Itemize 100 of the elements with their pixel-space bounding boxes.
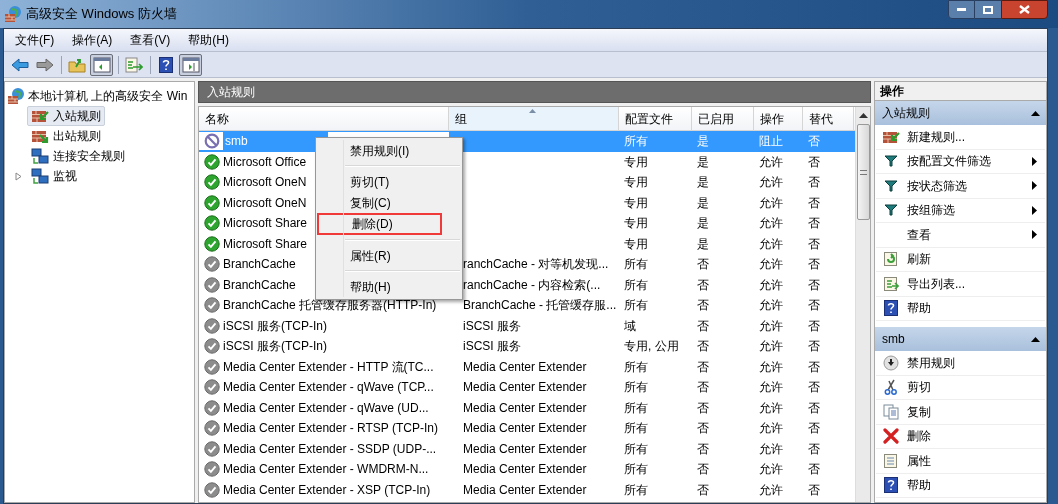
column-header[interactable]: 已启用 <box>692 107 754 130</box>
action-item[interactable]: 刷新 <box>876 247 1045 272</box>
network-computers-icon <box>31 147 49 165</box>
table-cell: 否 <box>808 277 820 292</box>
table-cell: 是 <box>697 236 709 251</box>
column-header[interactable]: 替代 <box>803 107 854 130</box>
table-cell: 否 <box>808 175 820 190</box>
table-cell: Media Center Extender <box>463 421 587 436</box>
filter-icon <box>884 179 898 192</box>
context-menu-item[interactable]: 删除(D) <box>317 213 442 235</box>
action-item[interactable]: 帮助 <box>876 473 1045 498</box>
inbound-rules-icon <box>31 108 49 124</box>
table-cell: 否 <box>697 400 709 415</box>
table-cell: 所有 <box>624 482 648 497</box>
table-cell-text: iSCSI 服务(TCP-In) <box>223 338 327 356</box>
table-cell: 否 <box>808 339 820 354</box>
context-menu-item[interactable]: 复制(C) <box>316 192 462 213</box>
tree-item[interactable]: 入站规则 <box>27 106 105 126</box>
table-cell: 否 <box>808 298 820 313</box>
toolbar-button[interactable] <box>90 53 113 76</box>
close-icon <box>1019 5 1030 14</box>
pane-header: 入站规则 <box>198 81 871 103</box>
table-cell: 否 <box>808 195 820 210</box>
menu-item[interactable]: 文件(F) <box>11 31 59 49</box>
table-cell: BranchCache - 托管缓存服... <box>463 298 617 313</box>
toolbar-button[interactable] <box>179 53 202 76</box>
tree-item[interactable]: 监视 <box>27 166 81 186</box>
collapse-arrow-icon[interactable] <box>1031 110 1040 116</box>
action-item[interactable]: 按配置文件筛选 <box>876 149 1045 174</box>
context-menu-item[interactable]: 帮助(H) <box>316 276 462 297</box>
table-cell: Media Center Extender <box>463 462 587 477</box>
action-item[interactable]: 按状态筛选 <box>876 174 1045 199</box>
vertical-scrollbar[interactable] <box>855 107 870 502</box>
context-menu-item[interactable]: 剪切(T) <box>316 171 462 192</box>
action-item[interactable]: 剪切 <box>876 375 1045 400</box>
action-pane-icon <box>181 56 200 73</box>
menu-item[interactable]: 帮助(H) <box>184 31 233 49</box>
context-menu-item[interactable]: 属性(R) <box>316 245 462 266</box>
table-cell: 否 <box>697 359 709 374</box>
table-cell: 允许 <box>759 441 783 456</box>
menu-item[interactable]: 操作(A) <box>68 31 117 49</box>
table-cell-text: BranchCache <box>223 276 296 294</box>
tree-item[interactable]: 连接安全规则 <box>27 146 129 166</box>
section-header[interactable]: 入站规则 <box>875 101 1046 125</box>
forward-arrow-icon <box>35 57 54 72</box>
sort-arrow-icon <box>529 109 536 113</box>
collapse-arrow-icon[interactable] <box>1031 336 1040 342</box>
table-cell: Media Center Extender <box>463 482 587 497</box>
table-cell-text: Microsoft OneN <box>223 174 307 192</box>
expand-icon[interactable] <box>15 171 22 181</box>
scroll-thumb[interactable] <box>856 124 870 220</box>
table-cell: iSCSI 服务 <box>463 339 521 354</box>
back-arrow-icon <box>10 57 29 72</box>
action-item[interactable]: 帮助 <box>876 296 1045 321</box>
table-cell: 否 <box>697 441 709 456</box>
table-cell: 允许 <box>759 216 783 231</box>
menu-item[interactable]: 查看(V) <box>126 31 175 49</box>
table-cell: 允许 <box>759 298 783 313</box>
section-header[interactable]: smb <box>875 327 1046 351</box>
table-cell: 是 <box>697 175 709 190</box>
filter-icon <box>884 155 898 168</box>
table-cell: 允许 <box>759 175 783 190</box>
close-button[interactable] <box>1001 0 1048 19</box>
column-header[interactable]: 配置文件 <box>619 107 692 130</box>
action-item[interactable]: 导出列表... <box>876 272 1045 297</box>
column-header[interactable]: 操作 <box>754 107 803 130</box>
table-cell: 允许 <box>759 400 783 415</box>
minimize-button[interactable] <box>948 0 975 19</box>
delete-icon <box>883 428 899 445</box>
action-item[interactable]: 查看 <box>876 223 1045 248</box>
table-cell: 否 <box>808 462 820 477</box>
table-cell-text: Microsoft OneN <box>223 194 307 212</box>
action-item[interactable]: 按组筛选 <box>876 198 1045 223</box>
scroll-up-icon[interactable] <box>858 113 868 118</box>
action-item[interactable]: 删除 <box>876 424 1045 449</box>
table-cell: 否 <box>697 277 709 292</box>
table-cell: 允许 <box>759 236 783 251</box>
action-item[interactable]: 新建规则... <box>876 125 1045 150</box>
table-cell: 否 <box>697 462 709 477</box>
table-cell: 否 <box>697 380 709 395</box>
maximize-button[interactable] <box>975 0 1001 19</box>
action-item[interactable]: 禁用规则 <box>876 351 1045 376</box>
table-cell: 所有 <box>624 421 648 436</box>
table-cell: 所有 <box>624 298 648 313</box>
tree-item[interactable]: 出站规则 <box>27 126 105 146</box>
column-header[interactable]: 组 <box>449 107 619 130</box>
table-cell-text: iSCSI 服务(TCP-In) <box>223 317 327 335</box>
table-cell: 允许 <box>759 359 783 374</box>
table-cell: 否 <box>808 318 820 333</box>
help-icon <box>884 477 898 494</box>
table-cell: 是 <box>697 134 709 149</box>
tree-pane-icon <box>92 56 111 73</box>
refresh-icon <box>883 251 899 268</box>
table-cell-text: Media Center Extender - WMDRM-N... <box>223 461 429 479</box>
table-cell: 阻止 <box>759 134 783 149</box>
action-item[interactable]: 属性 <box>876 449 1045 474</box>
export-icon <box>883 275 899 292</box>
action-item[interactable]: 复制 <box>876 400 1045 425</box>
copy-icon <box>883 403 899 420</box>
tree-item[interactable]: 本地计算机 上的高级安全 Win <box>28 87 188 105</box>
